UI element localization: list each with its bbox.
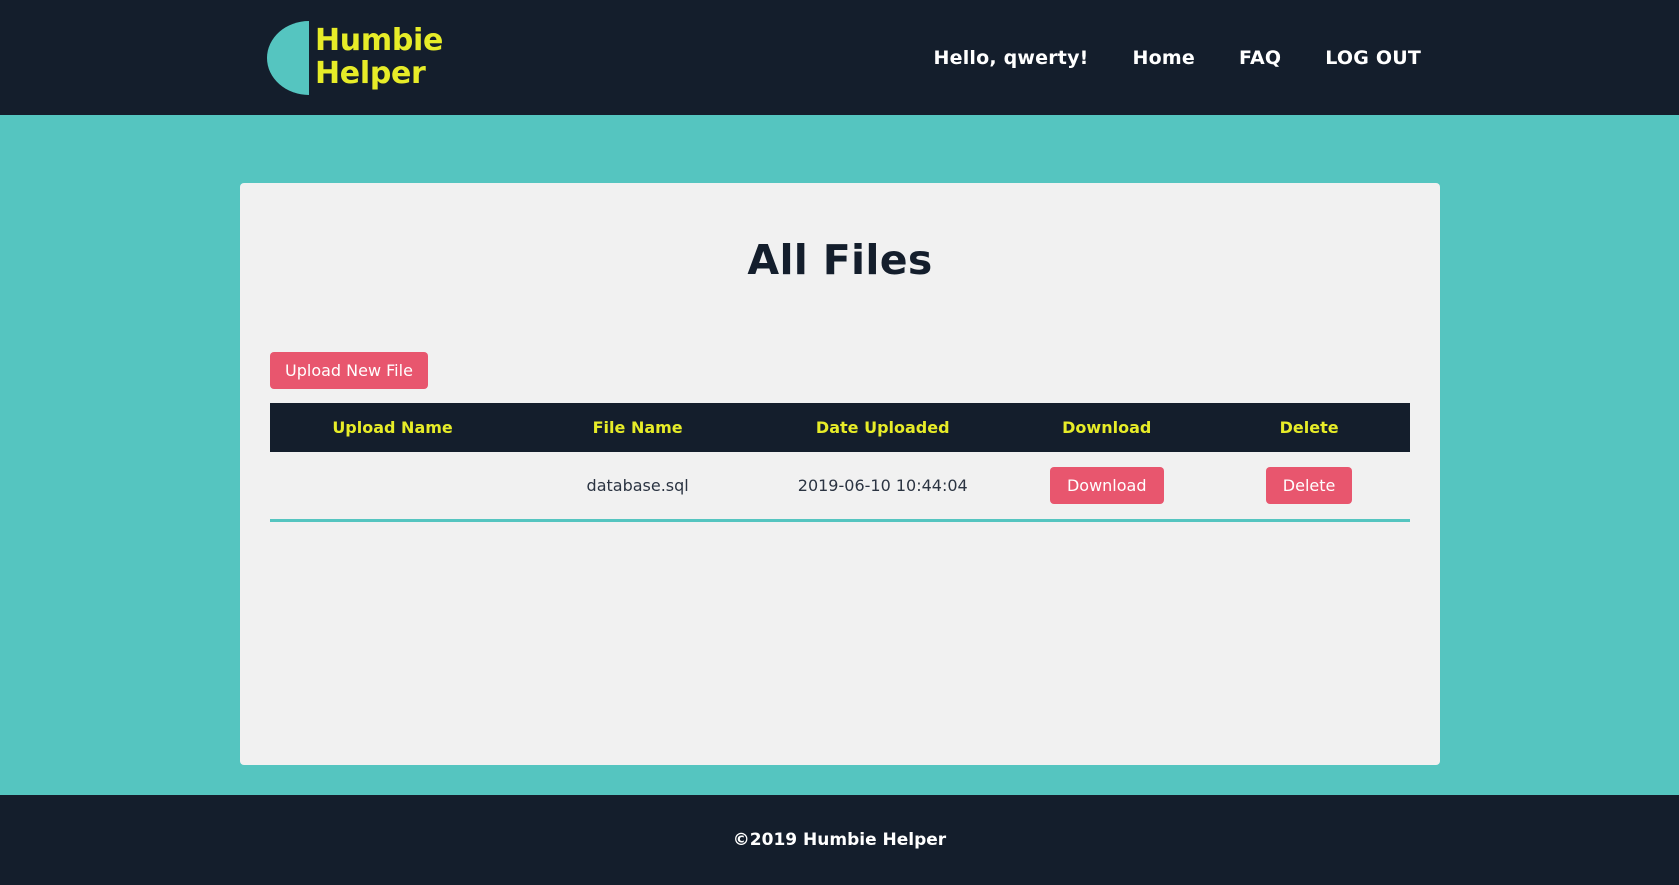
column-header-download: Download	[1062, 418, 1152, 437]
cell-date-uploaded: 2019-06-10 10:44:04	[760, 452, 1006, 522]
brand-line-2: Helper	[315, 55, 426, 91]
column-header-date-uploaded: Date Uploaded	[815, 418, 950, 437]
top-navbar: Humbie Helper Hello, qwerty! Home FAQ LO…	[0, 0, 1679, 115]
cell-file-name: database.sql	[515, 452, 761, 522]
table-header-row: Upload Name File Name Date Uploaded Down…	[270, 403, 1410, 452]
upload-new-file-button[interactable]: Upload New File	[270, 352, 428, 389]
files-table-container: Upload Name File Name Date Uploaded Down…	[270, 403, 1410, 522]
column-header-file-name: File Name	[592, 418, 683, 437]
half-circle-logo-icon	[267, 20, 309, 95]
delete-button[interactable]: Delete	[1265, 466, 1353, 504]
download-button[interactable]: Download	[1049, 466, 1164, 504]
cell-download: Download	[1005, 452, 1209, 522]
brand-line-1: Humbie	[315, 23, 444, 59]
page-title: All Files	[747, 236, 933, 284]
nav-links: Hello, qwerty! Home FAQ LOG OUT	[934, 47, 1422, 69]
brand-text: Humbie Helper	[315, 23, 444, 91]
main-content: All Files Upload New File Upload Name Fi…	[0, 115, 1679, 795]
cell-upload-name	[270, 452, 516, 522]
files-table-body: database.sql 2019-06-10 10:44:04 Downloa…	[270, 452, 1410, 522]
files-table-head: Upload Name File Name Date Uploaded Down…	[270, 403, 1410, 452]
files-card: All Files Upload New File Upload Name Fi…	[240, 183, 1440, 765]
nav-home[interactable]: Home	[1133, 47, 1195, 69]
footer-copyright: ©2019 Humbie Helper	[732, 830, 947, 850]
cell-delete: Delete	[1208, 452, 1410, 522]
table-row: database.sql 2019-06-10 10:44:04 Downloa…	[270, 452, 1410, 522]
column-header-delete: Delete	[1279, 418, 1339, 437]
brand-logo[interactable]: Humbie Helper	[267, 20, 444, 95]
nav-greeting[interactable]: Hello, qwerty!	[934, 47, 1089, 69]
nav-faq[interactable]: FAQ	[1239, 47, 1281, 69]
files-table: Upload Name File Name Date Uploaded Down…	[270, 403, 1410, 522]
page-footer: ©2019 Humbie Helper	[0, 795, 1679, 885]
column-header-upload-name: Upload Name	[332, 418, 453, 437]
nav-logout[interactable]: LOG OUT	[1325, 47, 1421, 69]
